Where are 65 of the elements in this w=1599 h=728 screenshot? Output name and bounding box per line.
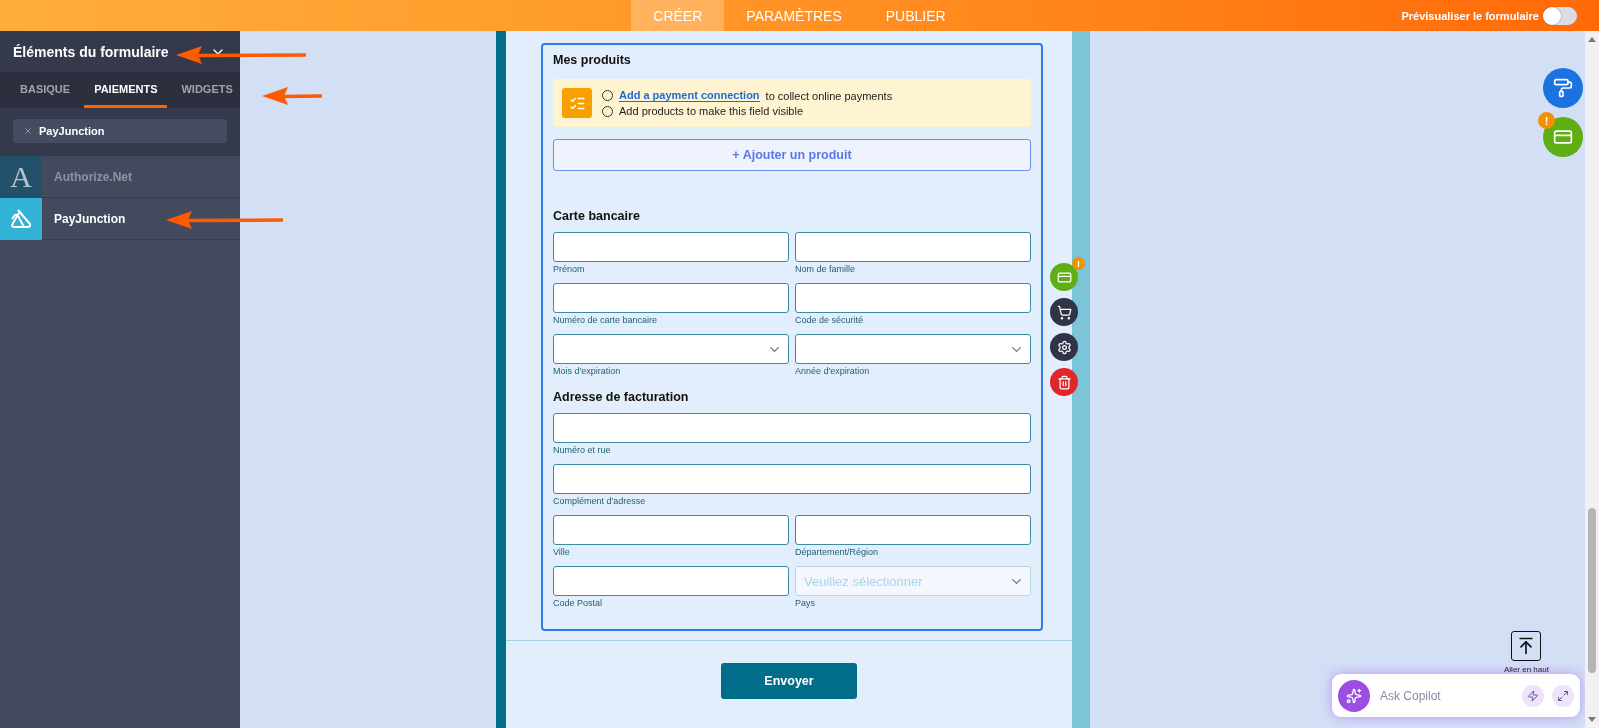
clear-icon[interactable] — [23, 126, 33, 136]
notice-text: to collect online payments — [765, 89, 893, 102]
field-label: Numéro et rue — [553, 445, 612, 455]
payment-connection-link[interactable]: Add a payment connection — [619, 89, 760, 102]
input-field[interactable] — [553, 515, 789, 545]
search-tag[interactable]: PayJunction — [13, 119, 227, 143]
field-label: Pays — [795, 598, 816, 608]
settings-icon — [1056, 339, 1072, 355]
warning-badge: ! — [1072, 257, 1085, 270]
category-tab[interactable]: BASIQUE — [10, 72, 81, 108]
lightning-button[interactable] — [1522, 684, 1544, 707]
integration-item[interactable]: PayJunction — [0, 198, 240, 240]
input-field[interactable] — [553, 413, 1031, 443]
input-field[interactable] — [553, 232, 789, 262]
panel-title: Éléments du formulaire — [13, 43, 169, 60]
scroll-to-top-icon[interactable] — [1511, 631, 1542, 661]
expand-button[interactable] — [1552, 684, 1574, 707]
warning-badge: ! — [1538, 112, 1555, 129]
delete-button[interactable] — [1050, 368, 1078, 396]
search-value: PayJunction — [39, 125, 105, 137]
field-label: Mois d'expiration — [553, 366, 622, 376]
lightning-icon — [1527, 689, 1539, 702]
credit-card-icon — [1056, 269, 1072, 285]
sparkles-icon — [1346, 687, 1362, 704]
input-field[interactable] — [553, 464, 1031, 494]
cart-icon — [1056, 304, 1072, 320]
submit-button[interactable]: Envoyer — [721, 663, 857, 699]
add-product-button[interactable]: + Ajouter un produit — [553, 139, 1031, 171]
expand-icon — [1557, 689, 1569, 702]
field-label: Nom de famille — [795, 264, 857, 274]
scroll-to-top-label[interactable]: Aller en haut — [1504, 665, 1549, 674]
paint-roller-icon — [1553, 78, 1573, 98]
scrollbar[interactable] — [1585, 31, 1599, 728]
paint-roller-button[interactable] — [1543, 68, 1583, 108]
input-field[interactable] — [795, 283, 1031, 313]
field-label: Code Postal — [553, 598, 604, 608]
field-label: Code de sécurité — [795, 315, 865, 325]
section-title: Carte bancaire — [553, 208, 641, 225]
credit-card-button[interactable] — [1050, 263, 1078, 291]
field-label: Prénom — [553, 264, 586, 274]
select-field[interactable] — [795, 334, 1031, 364]
category-tab[interactable]: WIDGETS — [171, 72, 243, 108]
preview-toggle[interactable] — [1543, 6, 1577, 25]
cart-button[interactable] — [1050, 298, 1078, 326]
section-title: Adresse de facturation — [553, 389, 690, 406]
settings-button[interactable] — [1050, 333, 1078, 361]
field-label: Complément d'adresse — [553, 496, 647, 506]
input-field[interactable] — [553, 283, 789, 313]
credit-card-button[interactable] — [1543, 117, 1583, 157]
field-label: Année d'expiration — [795, 366, 871, 376]
field-label: Ville — [553, 547, 571, 557]
select-field[interactable] — [553, 334, 789, 364]
input-field[interactable] — [795, 232, 1031, 262]
input-field[interactable] — [553, 566, 789, 596]
preview-label: Prévisualiser le formulaire — [1401, 9, 1539, 22]
field-label: Département/Région — [795, 547, 880, 557]
credit-card-icon — [1553, 127, 1573, 147]
section-title: Mes produits — [553, 52, 632, 69]
annotation-arrow — [262, 87, 323, 105]
trash-icon — [1056, 374, 1072, 390]
notice-text: Add products to make this field visible — [619, 105, 804, 117]
field-label: Numéro de carte bancaire — [553, 315, 659, 325]
copilot-button[interactable] — [1338, 679, 1370, 712]
input-field[interactable] — [795, 515, 1031, 545]
integration-logo: A — [0, 155, 42, 198]
